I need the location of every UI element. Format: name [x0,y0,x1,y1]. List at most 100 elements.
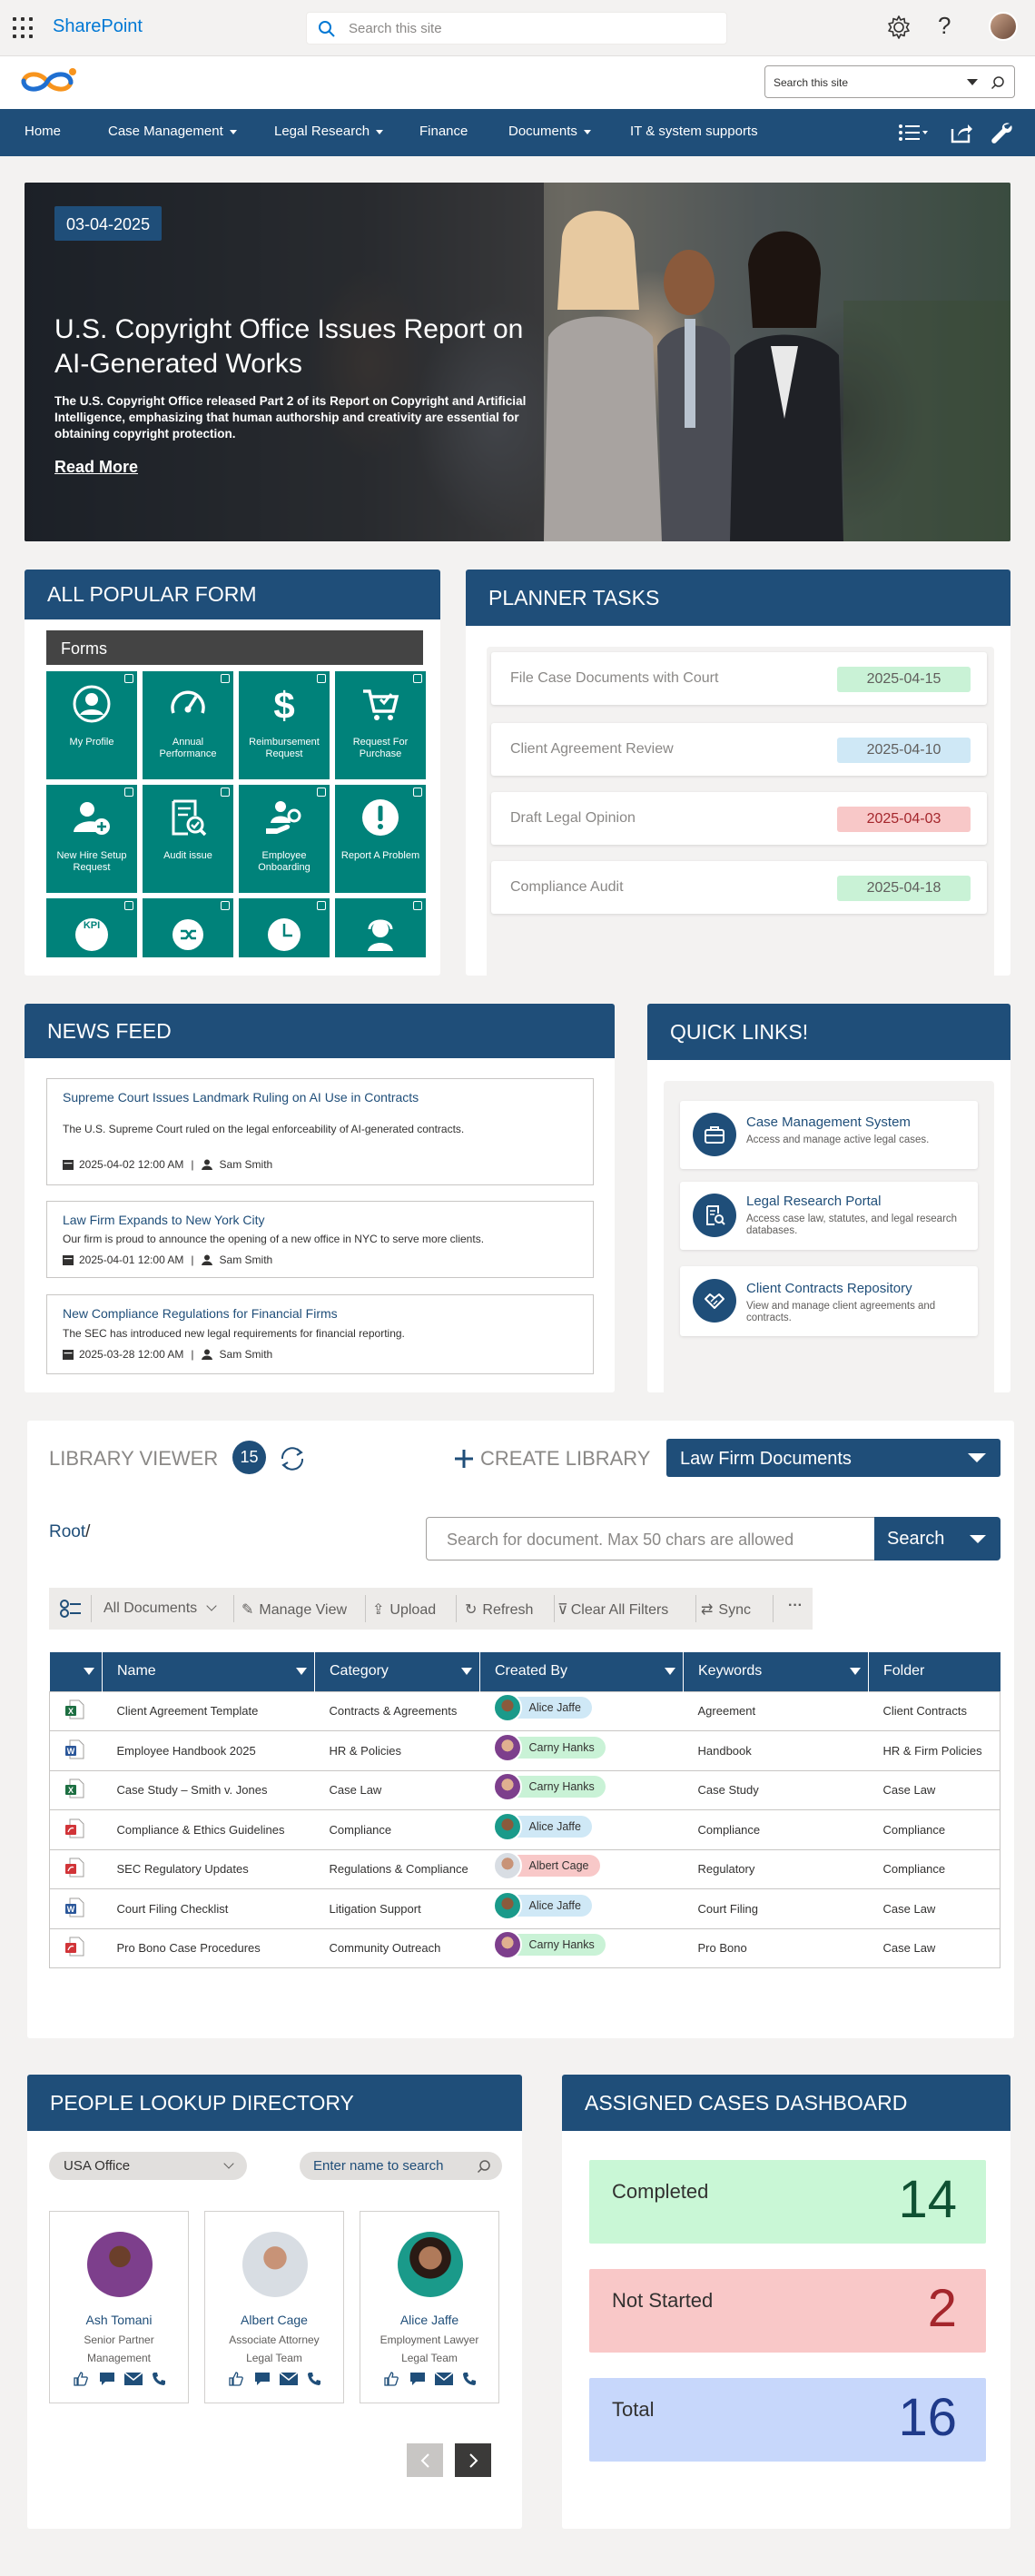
like-icon[interactable] [229,2372,243,2386]
email-icon[interactable] [435,2372,453,2386]
chat-icon[interactable] [99,2372,115,2386]
person-card[interactable]: Albert Cage Associate Attorney Legal Tea… [204,2211,344,2403]
planner-task[interactable]: Compliance Audit 2025-04-18 [491,861,987,914]
breadcrumb[interactable]: Root/ [49,1522,90,1542]
location-select[interactable]: USA Office [49,2152,247,2180]
quick-link-case-management[interactable]: Case Management System Access and manage… [680,1101,978,1169]
table-row[interactable]: X Case Study – Smith v. Jones Case Law Car… [49,1769,1000,1810]
next-page-button[interactable] [455,2443,491,2477]
email-icon[interactable] [124,2372,143,2386]
person-name[interactable]: Alice Jaffe [360,2313,498,2327]
form-tile-reimbursement-request[interactable]: $ Reimbursement Request [239,671,330,779]
nav-item-it-system-supports[interactable]: IT & system supports [630,124,758,139]
chat-icon[interactable] [409,2372,426,2386]
more-options-button[interactable]: ··· [788,1598,803,1614]
nav-item-finance[interactable]: Finance [419,124,468,139]
site-search-input[interactable]: Search this site [764,65,1015,98]
document-name[interactable]: Client Agreement Template [102,1690,315,1731]
user-pill[interactable]: Carny Hanks [492,1772,606,1802]
person-name[interactable]: Ash Tomani [50,2313,188,2327]
quick-link-client-contracts[interactable]: Client Contracts Repository View and man… [680,1266,978,1336]
filter-icon[interactable] [461,1668,472,1675]
table-row[interactable]: SEC Regulatory Updates Regulations & Comp… [49,1848,1000,1889]
form-tile-audit-issue[interactable]: Audit issue [143,785,233,893]
avatar[interactable] [989,12,1018,41]
document-name[interactable]: Compliance & Ethics Guidelines [102,1809,315,1850]
form-tile-annual-performance[interactable]: Annual Performance [143,671,233,779]
planner-task[interactable]: File Case Documents with Court 2025-04-1… [491,652,987,705]
quick-link-legal-research[interactable]: Legal Research Portal Access case law, s… [680,1182,978,1250]
news-item[interactable]: Supreme Court Issues Landmark Ruling on … [46,1078,594,1185]
phone-icon[interactable] [152,2372,166,2386]
search-icon[interactable] [477,2159,491,2174]
manage-view-button[interactable]: ✎ Manage View [242,1600,347,1619]
planner-task[interactable]: Client Agreement Review 2025-04-10 [491,723,987,776]
wrench-icon[interactable] [990,120,1013,145]
news-item[interactable]: Law Firm Expands to New York City Our fi… [46,1201,594,1278]
table-row[interactable]: Compliance & Ethics Guidelines Compliance… [49,1809,1000,1850]
document-name[interactable]: Employee Handbook 2025 [102,1730,315,1771]
user-pill[interactable]: Alice Jaffe [492,1693,592,1723]
case-stat-total[interactable]: Total 16 [589,2378,986,2462]
document-name[interactable]: Pro Bono Case Procedures [102,1927,315,1968]
document-search-button[interactable]: Search [874,1517,1000,1560]
list-view-icon[interactable] [897,120,930,145]
help-icon[interactable]: ? [938,12,951,40]
form-tile-my-profile[interactable]: My Profile [46,671,137,779]
clear-filters-button[interactable]: ⊽ Clear All Filters [557,1600,668,1619]
news-item[interactable]: New Compliance Regulations for Financial… [46,1294,594,1374]
library-select[interactable]: Law Firm Documents [666,1439,1000,1477]
read-more-link[interactable]: Read More [54,458,138,477]
site-logo-icon[interactable] [16,64,78,99]
news-title[interactable]: New Compliance Regulations for Financial… [63,1306,338,1321]
phone-icon[interactable] [462,2372,477,2386]
scope-dropdown-icon[interactable] [967,79,978,85]
user-pill[interactable]: Albert Cage [492,1851,600,1881]
previous-page-button[interactable] [407,2443,443,2477]
form-tile-timesheet[interactable] [239,898,330,957]
like-icon[interactable] [384,2372,399,2386]
table-row[interactable]: W Employee Handbook 2025 HR & Policies Carn… [49,1730,1000,1771]
top-search-input[interactable]: Search this site [306,12,727,45]
nav-item-documents[interactable]: Documents [508,124,591,139]
refresh-button[interactable]: ↻ Refresh [465,1600,533,1619]
form-tile-employee-onboarding[interactable]: Employee Onboarding [239,785,330,893]
column-header-created-by[interactable]: Created By [479,1652,684,1691]
document-name[interactable]: Case Study – Smith v. Jones [102,1769,315,1810]
all-documents-view[interactable]: All Documents [104,1600,217,1617]
column-header-folder[interactable]: Folder [868,1652,1000,1691]
view-switcher-icon[interactable] [60,1600,82,1618]
user-pill[interactable]: Carny Hanks [492,1930,606,1960]
gear-icon[interactable] [886,15,912,40]
filter-icon[interactable] [665,1668,675,1675]
column-header-type[interactable] [49,1652,103,1691]
plus-icon[interactable] [454,1449,474,1469]
document-name[interactable]: Court Filing Checklist [102,1888,315,1929]
document-name[interactable]: SEC Regulatory Updates [102,1848,315,1889]
breadcrumb-root[interactable]: Root [49,1522,85,1541]
column-header-name[interactable]: Name [102,1652,315,1691]
table-row[interactable]: W Court Filing Checklist Litigation Suppor… [49,1888,1000,1929]
document-search-input[interactable]: Search for document. Max 50 chars are al… [426,1517,877,1560]
table-row[interactable]: Pro Bono Case Procedures Community Outrea… [49,1927,1000,1968]
app-name[interactable]: SharePoint [53,16,143,37]
user-pill[interactable]: Carny Hanks [492,1732,606,1762]
news-title[interactable]: Law Firm Expands to New York City [63,1213,265,1227]
person-card[interactable]: Ash Tomani Senior Partner Management [49,2211,189,2403]
phone-icon[interactable] [307,2372,321,2386]
column-header-keywords[interactable]: Keywords [683,1652,869,1691]
form-tile-helpdesk[interactable] [335,898,426,957]
user-pill[interactable]: Alice Jaffe [492,1811,592,1841]
case-stat-completed[interactable]: Completed 14 [589,2160,986,2244]
people-search-input[interactable]: Enter name to search [300,2152,502,2180]
form-tile-new-hire-setup[interactable]: New Hire Setup Request [46,785,137,893]
upload-button[interactable]: ⇪ Upload [372,1600,436,1619]
planner-task[interactable]: Draft Legal Opinion 2025-04-03 [491,792,987,845]
refresh-icon[interactable] [277,1443,308,1474]
sync-button[interactable]: ⇄ Sync [701,1600,751,1619]
form-tile-kpi[interactable]: KPI [46,898,137,957]
nav-item-legal-research[interactable]: Legal Research [274,124,384,139]
form-tile-request-for-purchase[interactable]: Request For Purchase [335,671,426,779]
table-row[interactable]: X Client Agreement Template Contracts & Ag… [49,1690,1000,1731]
share-icon[interactable] [950,120,973,145]
